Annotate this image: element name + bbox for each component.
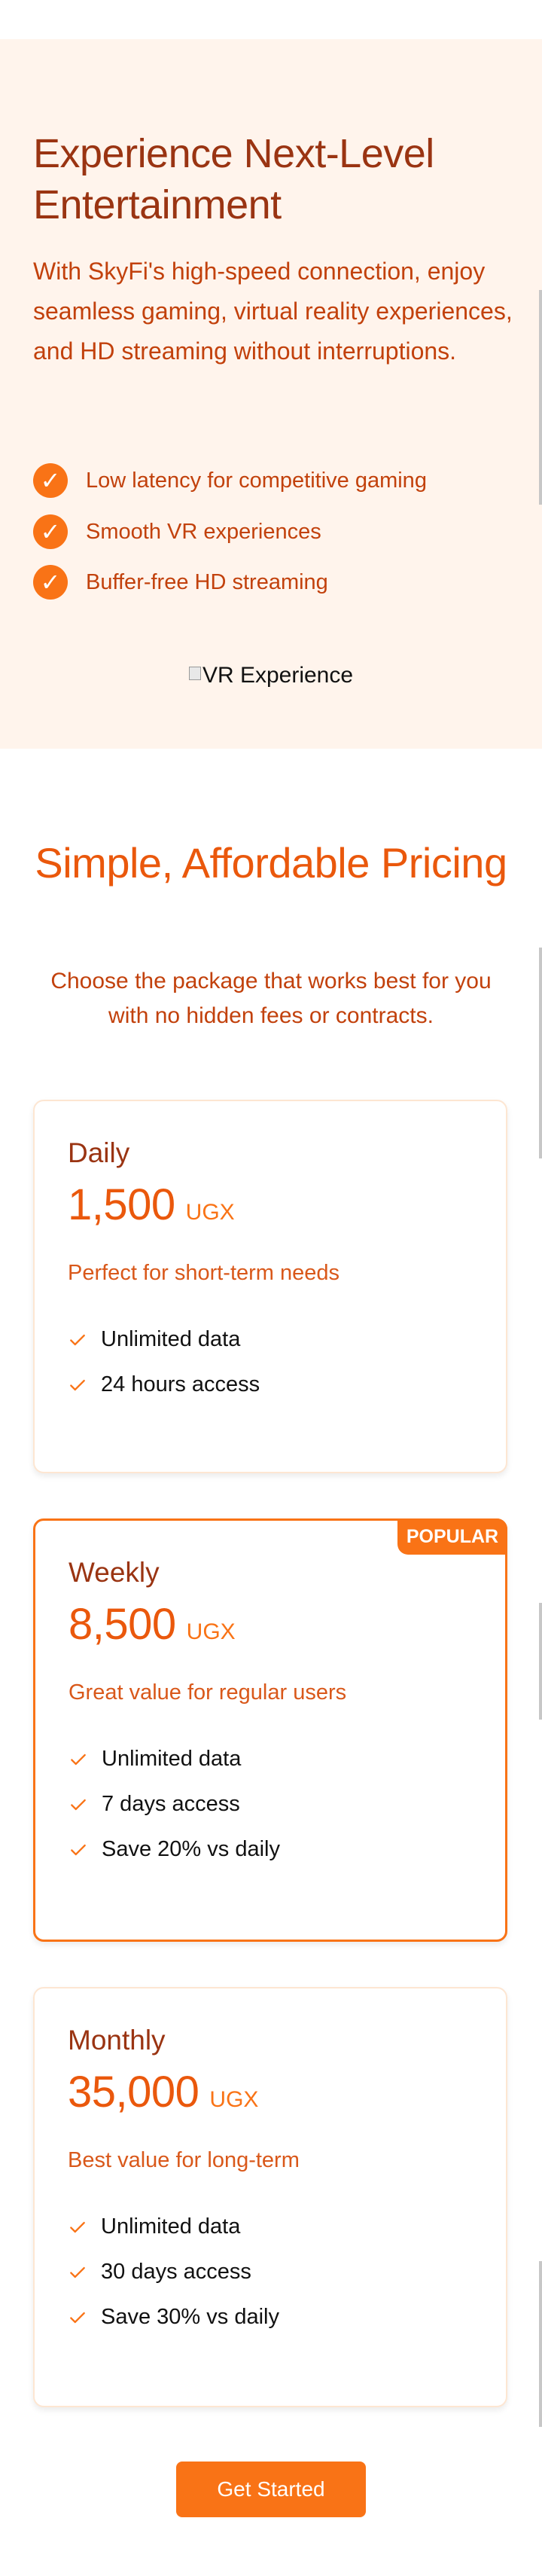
price-amount: 1,500 <box>68 1180 175 1229</box>
plan-feature-label: 7 days access <box>102 1792 240 1816</box>
plan-feature-label: 30 days access <box>101 2260 251 2284</box>
plan-feature-item: 30 days access <box>68 2260 251 2285</box>
hero-description: With SkyFi's high-speed connection, enjo… <box>33 258 513 365</box>
check-icon <box>71 1844 86 1855</box>
price-currency: UGX <box>186 1619 236 1644</box>
plan-feature-item: 7 days access <box>69 1792 240 1817</box>
check-icon <box>70 1334 85 1345</box>
plan-name: Weekly <box>69 1557 160 1588</box>
plan-feature-item: Unlimited data <box>69 1747 241 1772</box>
plan-description: Perfect for short-term needs <box>68 1261 340 1285</box>
plan-card-monthly[interactable]: Monthly 35,000 UGX Best value for long-t… <box>33 1987 507 2407</box>
hero-feature-item: ✓ Low latency for competitive gaming <box>33 462 427 499</box>
check-icon <box>70 2312 85 2323</box>
plan-feature-item: 24 hours access <box>68 1372 260 1397</box>
check-icon <box>71 1753 86 1765</box>
plan-card-weekly[interactable]: POPULAR Weekly 8,500 UGX Great value for… <box>33 1518 507 1942</box>
price-amount: 8,500 <box>69 1600 176 1649</box>
pricing-title: Simple, Affordable Pricing <box>35 839 507 887</box>
plan-name: Daily <box>68 1137 130 1168</box>
plan-price: 8,500 UGX <box>69 1599 236 1650</box>
plan-feature-item: Unlimited data <box>68 1327 240 1352</box>
hero-title: Experience Next-Level Entertainment <box>33 131 434 227</box>
image-alt-text: VR Experience <box>202 663 354 688</box>
plan-description: Great value for regular users <box>69 1680 347 1705</box>
plan-price: 1,500 UGX <box>68 1180 235 1230</box>
price-amount: 35,000 <box>68 2068 199 2117</box>
plan-feature-item: Save 30% vs daily <box>68 2305 279 2330</box>
plan-feature-item: Save 20% vs daily <box>69 1837 280 1862</box>
plan-feature-label: Unlimited data <box>101 2214 241 2239</box>
plan-feature-label: Unlimited data <box>102 1747 242 1771</box>
check-circle-icon: ✓ <box>33 565 68 600</box>
check-icon <box>70 1379 85 1390</box>
plan-feature-label: Save 20% vs daily <box>102 1837 280 1861</box>
check-circle-icon: ✓ <box>33 514 68 549</box>
scrollbar[interactable] <box>539 2261 542 2427</box>
price-currency: UGX <box>209 2087 259 2112</box>
check-icon <box>71 1799 86 1810</box>
hero-section: Experience Next-Level Entertainment With… <box>0 39 542 749</box>
check-circle-icon: ✓ <box>33 463 68 498</box>
vr-experience-image: VR Experience <box>0 663 542 688</box>
scrollbar[interactable] <box>539 948 542 1158</box>
scrollbar[interactable] <box>539 290 542 505</box>
plan-name: Monthly <box>68 2025 166 2056</box>
pricing-subtitle: Choose the package that works best for y… <box>50 969 492 1028</box>
popular-badge: POPULAR <box>397 1518 507 1555</box>
plan-description: Best value for long-term <box>68 2148 300 2172</box>
price-currency: UGX <box>185 1200 235 1225</box>
scrollbar[interactable] <box>539 1603 542 1720</box>
hero-feature-label: Low latency for competitive gaming <box>86 468 427 493</box>
get-started-button[interactable]: Get Started <box>176 2462 366 2517</box>
plan-feature-label: 24 hours access <box>101 1372 260 1396</box>
plan-feature-label: Save 30% vs daily <box>101 2305 279 2329</box>
hero-feature-label: Buffer-free HD streaming <box>86 569 328 594</box>
check-icon <box>70 2266 85 2278</box>
check-icon <box>70 2221 85 2233</box>
plan-price: 35,000 UGX <box>68 2067 258 2117</box>
hero-feature-item: ✓ Smooth VR experiences <box>33 514 321 550</box>
plan-feature-item: Unlimited data <box>68 2214 240 2239</box>
plan-card-daily[interactable]: Daily 1,500 UGX Perfect for short-term n… <box>33 1100 507 1473</box>
plan-feature-label: Unlimited data <box>101 1327 241 1351</box>
hero-feature-item: ✓ Buffer-free HD streaming <box>33 564 328 600</box>
broken-image-icon <box>188 667 201 681</box>
hero-feature-label: Smooth VR experiences <box>86 519 321 544</box>
